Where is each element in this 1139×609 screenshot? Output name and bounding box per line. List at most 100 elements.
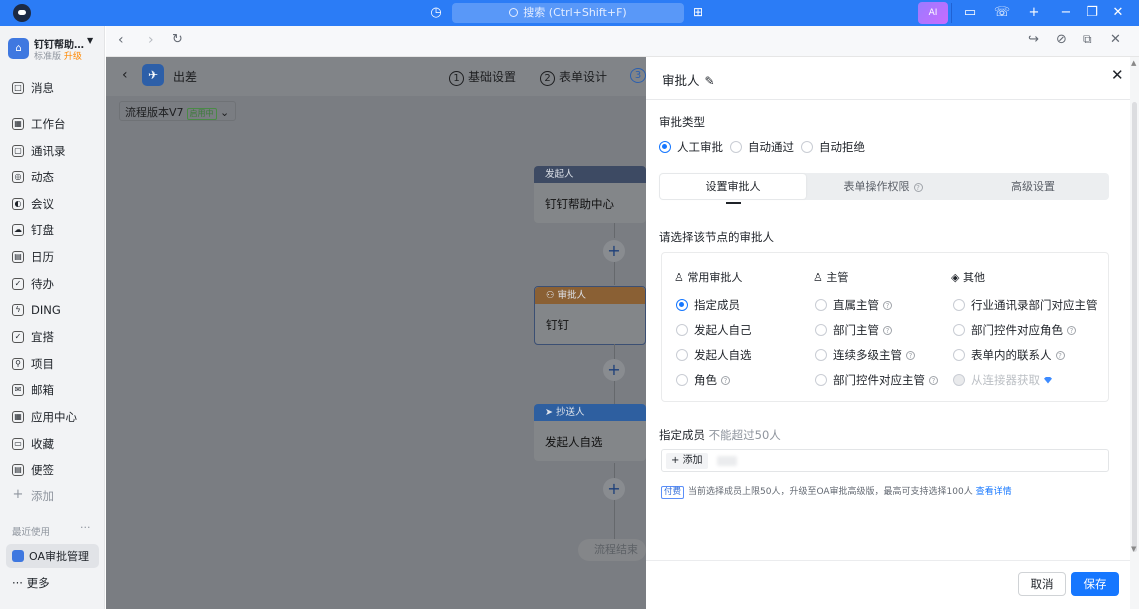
add-node-button[interactable]: + <box>603 478 625 500</box>
approval-type-auto-reject[interactable]: 自动拒绝 <box>801 139 865 155</box>
add-member-button[interactable]: + 添加 <box>666 453 708 469</box>
help-icon[interactable]: ? <box>883 300 892 310</box>
sidebar-icon: ✓ <box>12 331 24 343</box>
help-icon[interactable]: ? <box>906 350 915 360</box>
scroll-up-icon[interactable]: ▲ <box>1131 59 1136 67</box>
help-icon[interactable]: ? <box>929 375 938 385</box>
back-icon[interactable]: ‹ <box>122 67 128 83</box>
member-label: 指定成员 <box>659 428 705 442</box>
sidebar-item-7[interactable]: ✓ 待办 <box>12 274 54 294</box>
sidebar-item-14[interactable]: ▤ 便签 <box>12 460 54 480</box>
approver-option[interactable]: 行业通讯录部门对应主管 <box>953 297 1098 313</box>
sidebar-item-2[interactable]: ▢ 通讯录 <box>12 141 66 161</box>
scroll-down-icon[interactable]: ▼ <box>1131 545 1136 553</box>
step-form-design[interactable]: 2 表单设计 <box>540 68 607 86</box>
phone-icon[interactable]: ☏ <box>988 3 1016 23</box>
radio-label: 人工审批 <box>677 140 723 154</box>
help-icon[interactable]: ? <box>1067 325 1076 335</box>
refresh-icon[interactable]: ↻ <box>172 32 183 47</box>
approver-option[interactable]: 部门控件对应主管? <box>815 372 938 388</box>
upgrade-link[interactable]: 升级 <box>64 52 82 62</box>
approver-option[interactable]: 表单内的联系人? <box>953 347 1065 363</box>
add-node-button[interactable]: + <box>603 240 625 262</box>
ai-assistant-button[interactable]: AI <box>918 2 948 24</box>
sidebar-item-label: 项目 <box>31 357 54 371</box>
version-selector[interactable]: 流程版本V7 启用中 ⌄ <box>119 101 237 121</box>
new-plus-icon[interactable]: + <box>1020 3 1048 23</box>
view-details-link[interactable]: 查看详情 <box>976 487 1012 497</box>
panel-scrollbar[interactable]: ▲ ▼ <box>1130 57 1139 609</box>
help-icon[interactable]: ? <box>883 325 892 335</box>
step-process-design[interactable]: 3 <box>630 68 646 83</box>
approver-option[interactable]: 指定成员 <box>676 297 740 313</box>
add-app-grid-icon[interactable]: ⊞ <box>693 5 703 19</box>
dingtalk-logo-icon[interactable] <box>13 4 31 22</box>
back-arrow-icon[interactable]: ‹ <box>118 32 124 48</box>
sidebar-more[interactable]: ··· 更多 <box>12 575 50 591</box>
sidebar-icon: ◎ <box>12 171 24 183</box>
step-basic-settings[interactable]: 1 基础设置 <box>449 68 516 86</box>
cancel-button[interactable]: 取消 <box>1018 572 1066 596</box>
forward-arrow-icon[interactable]: › <box>148 32 154 48</box>
sidebar-item-label: 工作台 <box>31 117 66 131</box>
minimize-icon[interactable]: − <box>1052 3 1080 23</box>
restore-window-icon[interactable]: ❐ <box>1078 3 1106 23</box>
flow-node-initiator[interactable]: 发起人 钉钉帮助中心 <box>534 166 646 223</box>
approver-option[interactable]: 直属主管? <box>815 297 892 313</box>
sidebar-item-4[interactable]: ◐ 会议 <box>12 194 54 214</box>
save-button[interactable]: 保存 <box>1071 572 1119 596</box>
close-page-icon[interactable]: ✕ <box>1110 32 1121 47</box>
sidebar-item-9[interactable]: ✓ 宜搭 <box>12 327 54 347</box>
flow-node-approver[interactable]: ⚇ 审批人 钉钉 <box>534 286 646 345</box>
more-dots-icon[interactable]: ··· <box>80 521 91 534</box>
help-icon[interactable]: ? <box>1055 350 1065 360</box>
tab-advanced-settings[interactable]: 高级设置 <box>959 174 1107 199</box>
sidebar-item-0[interactable]: □ 消息 <box>12 78 54 98</box>
sidebar-icon: ▦ <box>12 411 24 423</box>
sidebar-icon: □ <box>12 82 24 94</box>
open-external-icon[interactable]: ⧉ <box>1083 32 1092 47</box>
flow-connector <box>614 500 615 539</box>
approver-option[interactable]: 发起人自选 <box>676 347 752 363</box>
sidebar-item-10[interactable]: ⚲ 项目 <box>12 354 54 374</box>
edit-pencil-icon[interactable]: ✎ <box>705 74 715 88</box>
close-window-icon[interactable]: ✕ <box>1104 3 1132 23</box>
sidebar-add-item[interactable]: + 添加 <box>12 486 54 506</box>
screen-share-icon[interactable]: ▭ <box>956 3 984 23</box>
member-picker[interactable]: + 添加 <box>661 449 1109 472</box>
approval-type-auto-pass[interactable]: 自动通过 <box>730 139 794 155</box>
close-panel-icon[interactable]: ✕ <box>1111 66 1124 84</box>
tab-form-permissions[interactable]: 表单操作权限? <box>809 174 957 199</box>
sidebar-item-label: 待办 <box>31 277 54 291</box>
approver-option[interactable]: 部门控件对应角色? <box>953 322 1076 338</box>
approver-option[interactable]: 角色? <box>676 372 730 388</box>
help-icon[interactable]: ? <box>913 183 923 192</box>
sidebar-item-5[interactable]: ☁ 钉盘 <box>12 220 54 240</box>
add-node-button[interactable]: + <box>603 359 625 381</box>
sidebar-item-12[interactable]: ▦ 应用中心 <box>12 407 77 427</box>
step-label: 基础设置 <box>468 70 517 84</box>
sidebar-item-13[interactable]: ▭ 收藏 <box>12 434 54 454</box>
node-head-label: 抄送人 <box>555 407 585 418</box>
sidebar-item-11[interactable]: ✉ 邮箱 <box>12 380 54 400</box>
flow-node-cc[interactable]: ➤ 抄送人 发起人自选 <box>534 404 646 461</box>
sidebar-item-8[interactable]: ϟ DING <box>12 300 61 320</box>
global-search-input[interactable]: 搜索 (Ctrl+Shift+F) <box>452 3 684 23</box>
link-icon[interactable]: ⊘ <box>1056 32 1067 47</box>
help-icon[interactable]: ? <box>721 375 730 385</box>
approver-option[interactable]: 连续多级主管? <box>815 347 915 363</box>
sidebar-item-1[interactable]: ▦ 工作台 <box>12 114 66 134</box>
tab-set-approver[interactable]: 设置审批人 <box>660 174 806 199</box>
share-icon[interactable]: ↪ <box>1028 32 1039 47</box>
sidebar-item-6[interactable]: ▤ 日历 <box>12 247 54 267</box>
sidebar-item-3[interactable]: ◎ 动态 <box>12 167 54 187</box>
org-switcher[interactable]: ⌂ 钉钉帮助… ▼ 标准版 升级 <box>6 36 101 62</box>
approver-option[interactable]: 部门主管? <box>815 322 892 338</box>
approver-option[interactable]: 发起人自己 <box>676 322 752 338</box>
sidebar-icon: ▤ <box>12 251 24 263</box>
selected-member-chip[interactable] <box>717 456 737 466</box>
history-icon[interactable]: ◷ <box>428 5 444 21</box>
scroll-thumb[interactable] <box>1132 102 1137 552</box>
recent-item-oa-approval[interactable]: OA审批管理 <box>6 544 99 568</box>
approval-type-manual[interactable]: 人工审批 <box>659 139 723 155</box>
